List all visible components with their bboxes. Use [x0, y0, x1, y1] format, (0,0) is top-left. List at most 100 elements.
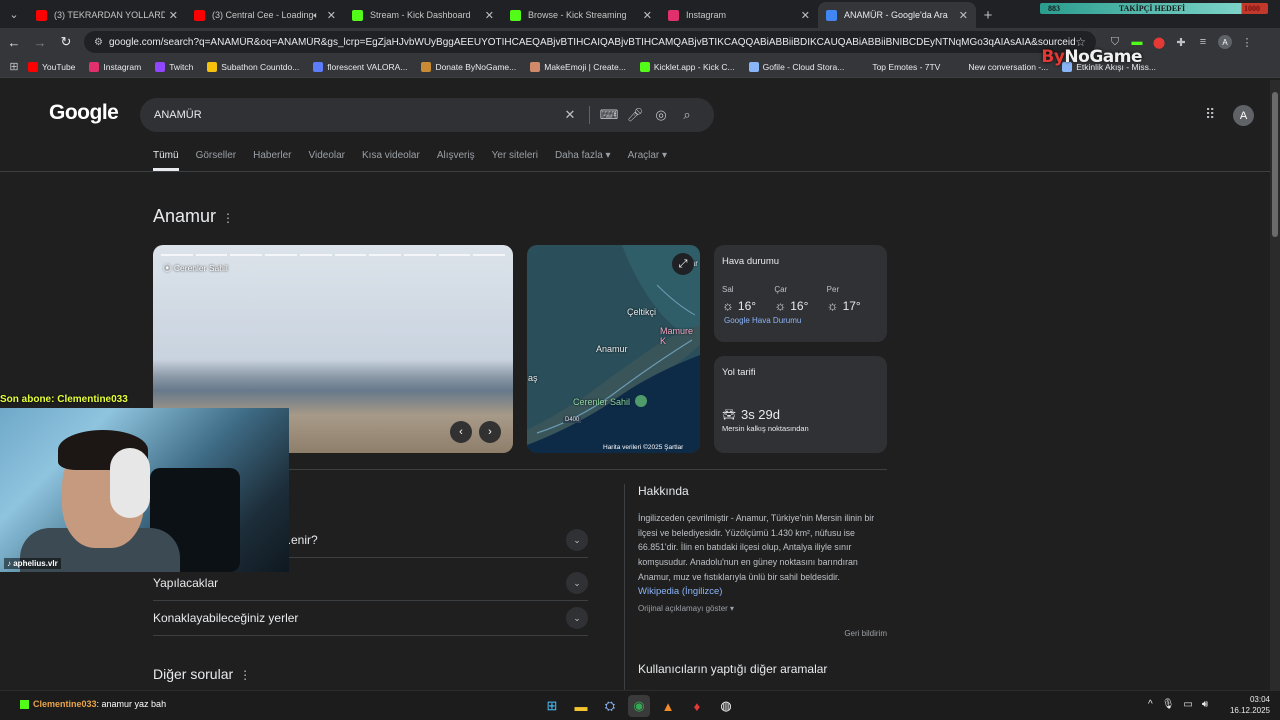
- site-info-icon[interactable]: ⚙: [94, 37, 103, 48]
- bookmark-item[interactable]: YouTube: [28, 61, 75, 72]
- app-red-pin-icon[interactable]: ♦: [686, 695, 708, 717]
- tab-close-icon[interactable]: ✕: [327, 9, 336, 22]
- forward-arrow-icon[interactable]: →: [28, 30, 52, 54]
- search-tab[interactable]: Haberler: [253, 150, 291, 171]
- accordion-lodging[interactable]: Konaklayabileceğiniz yerler ⌄: [153, 601, 588, 636]
- feedback-link[interactable]: Geri bildirim: [638, 629, 887, 638]
- google-account-avatar[interactable]: A: [1233, 105, 1254, 126]
- bookmark-item[interactable]: florescent VALORA...: [313, 61, 407, 72]
- tab-audio-icon[interactable]: 🔈︎: [313, 10, 318, 21]
- bookmark-item[interactable]: Top Emotes - 7TV: [858, 61, 940, 72]
- steam-icon[interactable]: ⛭: [599, 695, 621, 717]
- tray-volume-icon[interactable]: 🔊︎: [1202, 699, 1208, 710]
- scrollbar-thumb[interactable]: [1272, 92, 1278, 237]
- browser-tab[interactable]: Instagram ✕: [660, 2, 818, 28]
- bookmark-item[interactable]: Instagram: [89, 61, 141, 72]
- photo-next-button[interactable]: ›: [479, 421, 501, 443]
- column-divider: [624, 484, 625, 690]
- bookmark-item[interactable]: Donate ByNoGame...: [421, 61, 516, 72]
- search-tab[interactable]: Görseller: [196, 150, 237, 171]
- follower-goal-label: TAKİPÇİ HEDEFİ: [1118, 4, 1186, 13]
- browser-tab[interactable]: ANAMÜR - Google'da Ara ✕: [818, 2, 976, 28]
- search-box[interactable]: ANAMÜR ✕ ⌨ 🎤︎ ◎ ⌕: [140, 98, 714, 132]
- car-icon: 🚘︎: [722, 409, 736, 421]
- media-controls-icon[interactable]: ≡: [1192, 31, 1214, 53]
- microphone-icon[interactable]: 🎤︎: [622, 107, 648, 123]
- extensions-puzzle-icon[interactable]: ✚: [1170, 31, 1192, 53]
- address-url[interactable]: google.com/search?q=ANAMÜR&oq=ANAMÜR&gs_…: [109, 37, 1075, 48]
- tray-mic-icon[interactable]: 🎙︎: [1162, 699, 1175, 710]
- search-divider: [589, 106, 590, 124]
- clear-search-icon[interactable]: ✕: [557, 107, 583, 123]
- last-subscriber-label: Son abone: Clementine033: [0, 394, 128, 405]
- chrome-icon[interactable]: ◉: [628, 695, 650, 717]
- browser-tab[interactable]: Browse - Kick Streaming ✕: [502, 2, 660, 28]
- search-tab[interactable]: Tümü: [153, 150, 179, 171]
- bookmark-item[interactable]: New conversation -...: [954, 61, 1048, 72]
- route-card[interactable]: Yol tarifi 🚘︎ 3s 29d Mersin kalkış noktas…: [714, 356, 887, 453]
- tab-close-icon[interactable]: ✕: [485, 9, 494, 22]
- search-tab[interactable]: Daha fazla ▾: [555, 150, 611, 171]
- tab-close-icon[interactable]: ✕: [959, 9, 968, 22]
- search-tab[interactable]: Yer siteleri: [492, 150, 538, 171]
- lens-camera-icon[interactable]: ◎: [648, 107, 674, 123]
- bookmark-favicon-icon: [155, 61, 166, 72]
- browser-tab[interactable]: (3) TEKRARDAN YOLLARDAYIZ! ✕: [28, 2, 186, 28]
- page-scrollbar[interactable]: [1270, 80, 1280, 690]
- search-tab[interactable]: Araçlar ▾: [628, 150, 667, 171]
- apps-grid-icon[interactable]: ⊞: [0, 60, 28, 73]
- bookmark-item[interactable]: Kicklet.app - Kick C...: [639, 61, 735, 72]
- other-questions-more-icon[interactable]: ⋮: [239, 668, 251, 682]
- browser-tab[interactable]: (3) Central Cee - Loading [🔈︎ ✕: [186, 2, 344, 28]
- bookmark-item[interactable]: Subathon Countdo...: [207, 61, 299, 72]
- chevron-down-icon[interactable]: ⌄: [566, 572, 588, 594]
- back-arrow-icon[interactable]: ←: [2, 30, 26, 54]
- chevron-down-icon[interactable]: ⌄: [566, 529, 588, 551]
- map-expand-icon[interactable]: ⤢: [672, 253, 694, 275]
- taskbar-clock[interactable]: 03:04 16.12.2025: [1226, 694, 1270, 716]
- location-map[interactable]: Çeltikçi Anamur Mamure K Cerenler Sahil …: [527, 245, 700, 453]
- search-input[interactable]: ANAMÜR: [154, 109, 557, 121]
- new-tab-button[interactable]: +: [976, 2, 1000, 28]
- weather-link[interactable]: Google Hava Durumu: [724, 316, 879, 325]
- tray-overflow-icon[interactable]: ^: [1148, 699, 1153, 710]
- search-tab[interactable]: Kısa videolar: [362, 150, 420, 171]
- photo-prev-button[interactable]: ‹: [450, 421, 472, 443]
- tab-close-icon[interactable]: ✕: [643, 9, 652, 22]
- search-tab[interactable]: Videolar: [309, 150, 346, 171]
- wikipedia-link[interactable]: Wikipedia (İngilizce): [638, 586, 887, 597]
- file-explorer-icon[interactable]: ▬: [570, 695, 592, 717]
- search-icon[interactable]: ⌕: [674, 107, 700, 123]
- map-label-celtikci: Çeltikçi: [627, 307, 657, 317]
- tray-display-icon[interactable]: ▭: [1183, 699, 1192, 710]
- weather-day[interactable]: Sal ☼ 16°: [722, 285, 774, 313]
- map-credits[interactable]: Harita verileri ©2025 Şartlar: [603, 444, 683, 451]
- weather-card[interactable]: Hava durumu Sal ☼ 16° Çar ☼ 16° Per ☼ 17° Google…: [714, 245, 887, 342]
- tab-favicon-icon: [352, 9, 363, 21]
- obs-icon[interactable]: ◍: [715, 695, 737, 717]
- browser-menu-icon[interactable]: ⋮: [1236, 31, 1258, 53]
- weather-day[interactable]: Per ☼ 17°: [827, 285, 879, 313]
- search-tab[interactable]: Alışveriş: [437, 150, 475, 171]
- bookmark-item[interactable]: Twitch: [155, 61, 193, 72]
- bookmark-item[interactable]: MakeEmoji | Create...: [530, 61, 626, 72]
- profile-avatar[interactable]: A: [1214, 31, 1236, 53]
- tab-close-icon[interactable]: ✕: [169, 9, 178, 22]
- tab-close-icon[interactable]: ✕: [801, 9, 810, 22]
- address-bar[interactable]: ⚙ google.com/search?q=ANAMÜR&oq=ANAMÜR&g…: [84, 31, 1096, 53]
- start-menu-icon[interactable]: ⊞: [541, 695, 563, 717]
- google-logo[interactable]: Google: [49, 101, 119, 125]
- entity-more-icon[interactable]: ⋮: [222, 211, 234, 225]
- clock-date: 16.12.2025: [1229, 706, 1270, 715]
- app-orange-icon[interactable]: ▲: [657, 695, 679, 717]
- extension-red-icon[interactable]: ⬤: [1148, 31, 1170, 53]
- keyboard-icon[interactable]: ⌨: [596, 107, 622, 123]
- tab-search-chevron-icon[interactable]: ⌄: [0, 0, 28, 28]
- reload-icon[interactable]: ↻: [54, 30, 78, 54]
- google-apps-icon[interactable]: ⠿: [1205, 106, 1215, 123]
- browser-tab[interactable]: Stream - Kick Dashboard ✕: [344, 2, 502, 28]
- weather-day[interactable]: Çar ☼ 16°: [774, 285, 826, 313]
- bookmark-item[interactable]: Gofile - Cloud Stora...: [748, 61, 844, 72]
- chevron-down-icon[interactable]: ⌄: [566, 607, 588, 629]
- show-original-link[interactable]: Orijinal açıklamayı göster ▾: [638, 604, 887, 613]
